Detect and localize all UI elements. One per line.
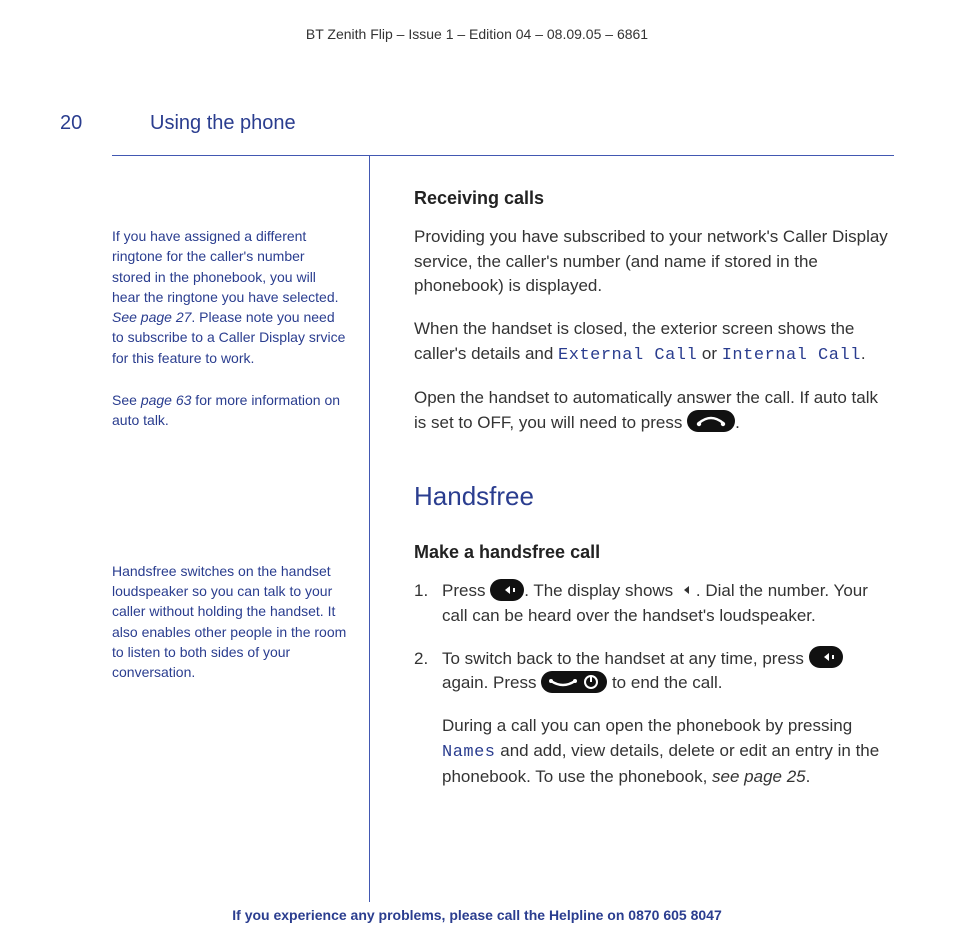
paragraph-exterior-screen: When the handset is closed, the exterior…: [414, 317, 890, 368]
side-note-ringtone: If you have assigned a different rington…: [112, 226, 347, 368]
heading-handsfree: Handsfree: [414, 481, 890, 512]
text: To switch back to the handset at any tim…: [442, 649, 809, 668]
text-or: or: [697, 344, 722, 363]
section-title: Using the phone: [150, 112, 296, 135]
footer-phone-number: 0870 605 8047: [628, 907, 721, 923]
step-1: Press . The display shows . Dial the num…: [414, 579, 890, 628]
content-columns: If you have assigned a different rington…: [112, 156, 894, 902]
end-call-key-icon: [541, 671, 607, 693]
speaker-display-icon: [678, 582, 696, 598]
text: Press: [442, 581, 490, 600]
sidebar: If you have assigned a different rington…: [112, 156, 370, 902]
heading-make-handsfree-call: Make a handsfree call: [414, 542, 890, 563]
steps-list: Press . The display shows . Dial the num…: [414, 579, 890, 696]
text-end: .: [735, 413, 740, 432]
text-end: .: [806, 767, 811, 786]
text: Open the handset to automatically answer…: [414, 388, 878, 432]
text: During a call you can open the phonebook…: [442, 716, 852, 735]
display-text-names: Names: [442, 743, 496, 762]
text-end: .: [861, 344, 866, 363]
talk-key-icon: [687, 410, 735, 432]
page-header-row: 20 Using the phone: [60, 112, 894, 135]
speaker-key-icon: [490, 579, 524, 601]
side-note-autotalk: See page 63 for more information on auto…: [112, 390, 347, 431]
main-content: Receiving calls Providing you have subsc…: [370, 156, 894, 902]
footer-helpline: If you experience any problems, please c…: [0, 907, 954, 923]
page-ref-63: page 63: [141, 392, 192, 408]
paragraph-caller-display: Providing you have subscribed to your ne…: [414, 225, 890, 299]
side-note-handsfree: Handsfree switches on the handset loudsp…: [112, 561, 347, 683]
document-header: BT Zenith Flip – Issue 1 – Edition 04 – …: [60, 26, 894, 42]
text: to end the call.: [607, 673, 722, 692]
step-2: To switch back to the handset at any tim…: [414, 647, 890, 696]
display-text-internal-call: Internal Call: [722, 346, 861, 365]
heading-receiving-calls: Receiving calls: [414, 188, 890, 209]
page-ref-27: See page 27: [112, 309, 191, 325]
side-note-pre: See: [112, 392, 141, 408]
text: . The display shows: [524, 581, 678, 600]
page-ref-25: see page 25: [712, 767, 806, 786]
step-phonebook-note: During a call you can open the phonebook…: [414, 714, 890, 790]
paragraph-auto-answer: Open the handset to automatically answer…: [414, 386, 890, 435]
display-text-external-call: External Call: [558, 346, 697, 365]
page-number: 20: [60, 112, 150, 135]
footer-text: If you experience any problems, please c…: [232, 907, 628, 923]
speaker-key-icon: [809, 646, 843, 668]
side-note-text: If you have assigned a different rington…: [112, 228, 339, 305]
text: and add, view details, delete or edit an…: [442, 741, 879, 787]
text: again. Press: [442, 673, 541, 692]
